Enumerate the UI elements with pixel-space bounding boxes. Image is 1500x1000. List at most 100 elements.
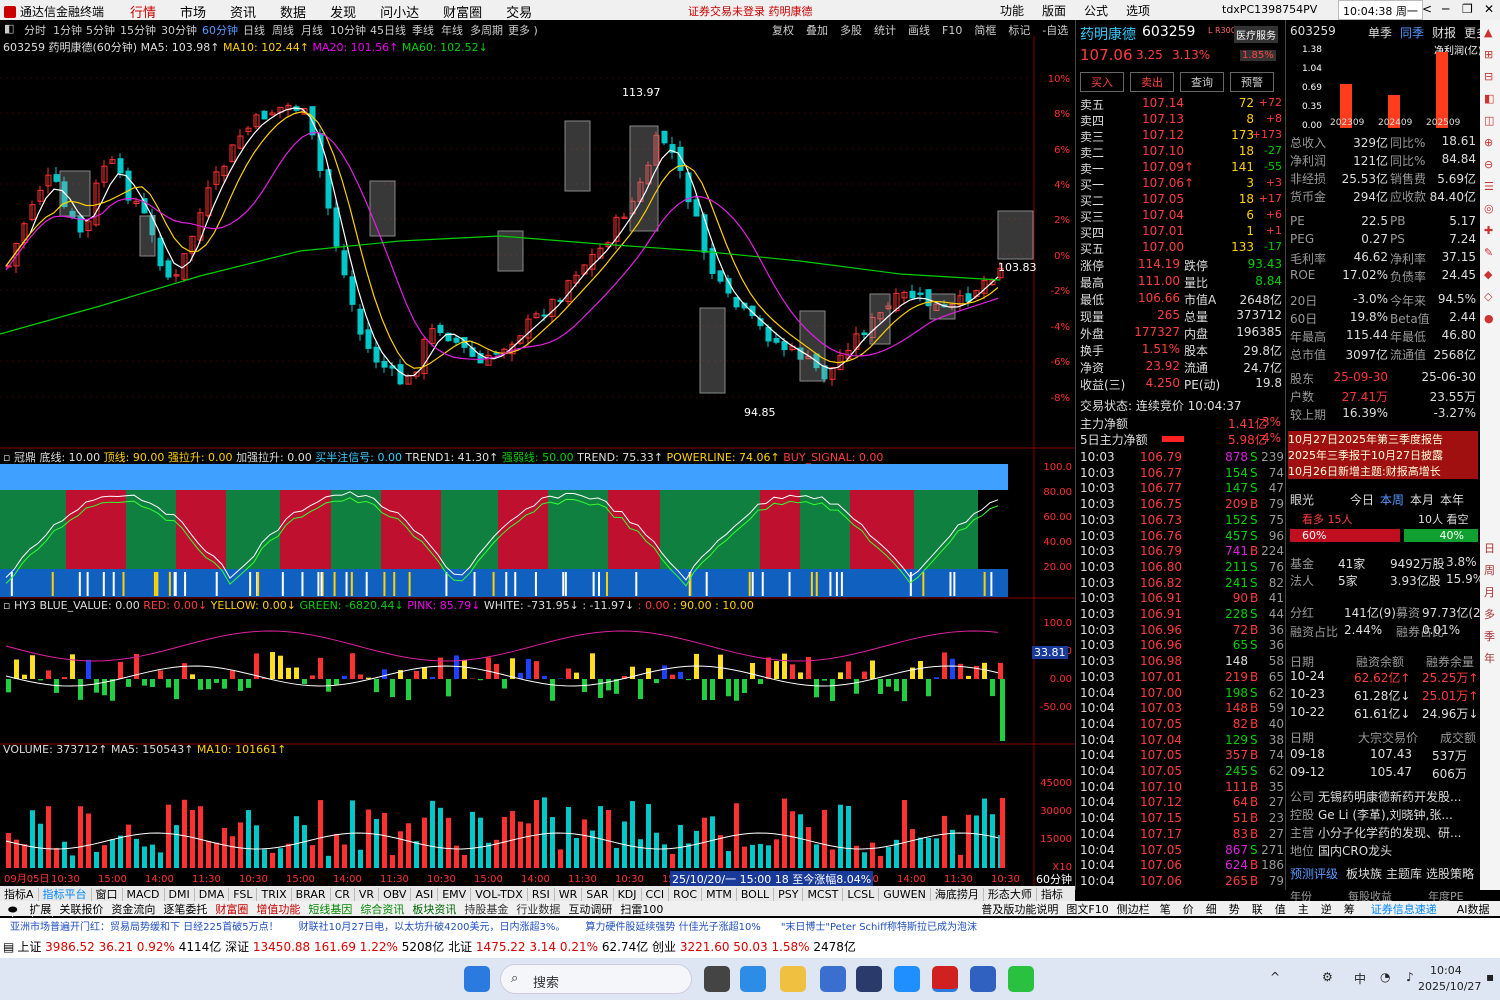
ind-tab-26[interactable]: GUWEN xyxy=(879,888,931,901)
right-tab-5[interactable]: 值 xyxy=(1269,903,1292,916)
tool-icon-11[interactable]: ◆ xyxy=(1484,268,1492,281)
tool-icon-10[interactable]: ✎ xyxy=(1484,246,1493,259)
news-item-1[interactable]: 财联社10月27日电，以太坊升破4200美元，日内涨超3%。 xyxy=(289,922,576,933)
tool-icon-3[interactable]: ◧ xyxy=(1484,92,1494,105)
minimize-icon[interactable]: ─ xyxy=(1442,2,1449,16)
login-notice[interactable]: 证券交易未登录 药明康德 xyxy=(688,3,813,19)
ind-tab-27[interactable]: 海底捞月 xyxy=(930,888,984,901)
ind-tab-10[interactable]: VR xyxy=(354,888,380,901)
company-value-0[interactable]: 无锡药明康德新药开发股... xyxy=(1318,788,1478,805)
menu-4[interactable]: 发现 xyxy=(318,2,368,21)
ask-price-1[interactable]: 107.13 xyxy=(1142,112,1184,126)
ind-tab-4[interactable]: DMI xyxy=(164,888,195,901)
ind-tab-28[interactable]: 形态大师 xyxy=(983,888,1037,901)
tool-icon-2[interactable]: ⊟ xyxy=(1484,70,1493,83)
ind-tab-6[interactable]: FSL xyxy=(229,888,258,901)
fin-news-0[interactable]: 10月27日2025年第三季度报告 xyxy=(1288,431,1478,447)
sent-tab-2[interactable]: 本周 xyxy=(1380,491,1404,508)
news-item-3[interactable]: "末日博士"Peter Schiff称特斯拉已成为泡沫 xyxy=(771,922,987,933)
bear-bar[interactable]: 40% xyxy=(1404,529,1478,542)
taskbar-search[interactable]: ⌕ 搜索 xyxy=(500,964,692,994)
menu-6[interactable]: 财富圈 xyxy=(431,2,494,21)
right-menu-0[interactable]: 功能 xyxy=(1000,2,1024,19)
bid-price-0[interactable]: 107.06↑ xyxy=(1142,176,1194,190)
tdx-app-icon[interactable] xyxy=(932,966,958,992)
ie-icon[interactable] xyxy=(970,966,996,992)
sent-tab-3[interactable]: 本月 xyxy=(1410,491,1434,508)
ind-tab-8[interactable]: BRAR xyxy=(291,888,331,901)
tool-icon-8[interactable]: ◎ xyxy=(1484,202,1494,215)
windows-start-icon[interactable] xyxy=(464,966,490,992)
right-tab-6[interactable]: 主 xyxy=(1292,903,1315,916)
ext-tab-9[interactable]: 持股基金 xyxy=(460,903,512,916)
tool-icon-13[interactable]: ● xyxy=(1484,312,1494,325)
ind-tab-0[interactable]: 指标A xyxy=(0,888,39,901)
trade-btn-1[interactable]: 卖出 xyxy=(1130,72,1174,92)
menu-3[interactable]: 数据 xyxy=(268,2,318,21)
menu-7[interactable]: 交易 xyxy=(494,2,544,21)
index-name-0[interactable]: 上证 xyxy=(17,940,45,954)
bottom-right-1[interactable]: 图文F10 xyxy=(1062,903,1112,916)
ind-tab-23[interactable]: PSY xyxy=(774,888,804,901)
notification-icon[interactable]: ▪ xyxy=(1486,970,1494,984)
ext-tab-11[interactable]: 互动调研 xyxy=(564,903,616,916)
forecast-link-0[interactable]: 板块族 xyxy=(1346,865,1382,882)
ext-tab-10[interactable]: 行业数据 xyxy=(512,903,564,916)
tool-icon-7[interactable]: ☰ xyxy=(1484,180,1494,193)
ind-tab-16[interactable]: WR xyxy=(554,888,583,901)
ind-tab-2[interactable]: 窗口 xyxy=(91,888,123,901)
tray-chevron-icon[interactable]: ^ xyxy=(1270,970,1280,984)
ask-price-3[interactable]: 107.10 xyxy=(1142,144,1184,158)
ext-tab-4[interactable]: 财富圈 xyxy=(211,903,252,916)
right-tab-4[interactable]: 联 xyxy=(1246,903,1269,916)
tool-icon-9[interactable]: ✚ xyxy=(1484,224,1493,237)
ext-tab-6[interactable]: 短线基因 xyxy=(304,903,356,916)
file-explorer-icon[interactable] xyxy=(780,966,806,992)
layout-icon[interactable]: ◧ xyxy=(4,22,14,35)
ext-tab-12[interactable]: 扫雷100 xyxy=(616,903,667,916)
far-bottom-0[interactable]: 证券信息速递 xyxy=(1361,903,1447,916)
taskbar-date[interactable]: 2025/10/27 xyxy=(1418,980,1481,993)
cloud-icon[interactable] xyxy=(894,966,920,992)
tray-app-icon[interactable]: ⚙ xyxy=(1322,970,1333,984)
sent-tab-4[interactable]: 本年 xyxy=(1440,491,1464,508)
toggle-icon[interactable]: ⬬ xyxy=(0,903,25,916)
right-menu-2[interactable]: 公式 xyxy=(1084,2,1108,19)
sector-badge[interactable]: 医疗服务 xyxy=(1234,26,1278,43)
right-tab-0[interactable]: 笔 xyxy=(1154,903,1177,916)
ind-tab-19[interactable]: CCI xyxy=(641,888,670,901)
trade-btn-3[interactable]: 预警 xyxy=(1230,72,1274,92)
bull-bar[interactable]: 60% xyxy=(1290,529,1400,542)
tool-icon-1[interactable]: ⊞ xyxy=(1484,48,1493,61)
wechat-icon[interactable] xyxy=(1008,966,1034,992)
tool-period-1[interactable]: 周 xyxy=(1484,562,1495,578)
ind-tab-5[interactable]: DMA xyxy=(194,888,230,901)
company-value-3[interactable]: 国内CRO龙头 xyxy=(1318,842,1478,859)
right-tab-2[interactable]: 细 xyxy=(1200,903,1223,916)
bottom-right-2[interactable]: 侧边栏 xyxy=(1113,903,1154,916)
right-menu-1[interactable]: 版面 xyxy=(1042,2,1066,19)
tool-period-4[interactable]: 季 xyxy=(1484,628,1495,644)
close-icon[interactable]: ✕ xyxy=(1484,2,1494,16)
fin-news-2[interactable]: 10月26日新增主题:财报高增长 xyxy=(1288,463,1478,479)
tool-period-3[interactable]: 多 xyxy=(1484,606,1495,622)
ind-tab-17[interactable]: SAR xyxy=(582,888,614,901)
trade-btn-2[interactable]: 查询 xyxy=(1180,72,1224,92)
ask-price-0[interactable]: 107.14 xyxy=(1142,96,1184,110)
ind-tab-18[interactable]: KDJ xyxy=(613,888,642,901)
index-name-1[interactable]: 深证 xyxy=(225,940,253,954)
right-tab-3[interactable]: 势 xyxy=(1223,903,1246,916)
tool-icon-6[interactable]: ⊖ xyxy=(1484,158,1493,171)
back-icon[interactable]: < xyxy=(1422,2,1432,16)
ext-tab-1[interactable]: 关联报价 xyxy=(55,903,107,916)
tool-period-2[interactable]: 月 xyxy=(1484,584,1495,600)
right-menu-3[interactable]: 选项 xyxy=(1126,2,1150,19)
ind-tab-13[interactable]: EMV xyxy=(438,888,472,901)
taskbar-time[interactable]: 10:04 xyxy=(1430,964,1462,977)
fin-news-1[interactable]: 2025年三季报于10月27日披露 xyxy=(1288,447,1478,463)
edge-icon[interactable] xyxy=(740,966,766,992)
company-value-1[interactable]: Ge Li (李革),刘晓钟,张... xyxy=(1318,806,1478,823)
trade-btn-0[interactable]: 买入 xyxy=(1080,72,1124,92)
company-value-2[interactable]: 小分子化学药的发现、研... xyxy=(1318,824,1478,841)
menu-0[interactable]: 行情 xyxy=(118,2,168,21)
